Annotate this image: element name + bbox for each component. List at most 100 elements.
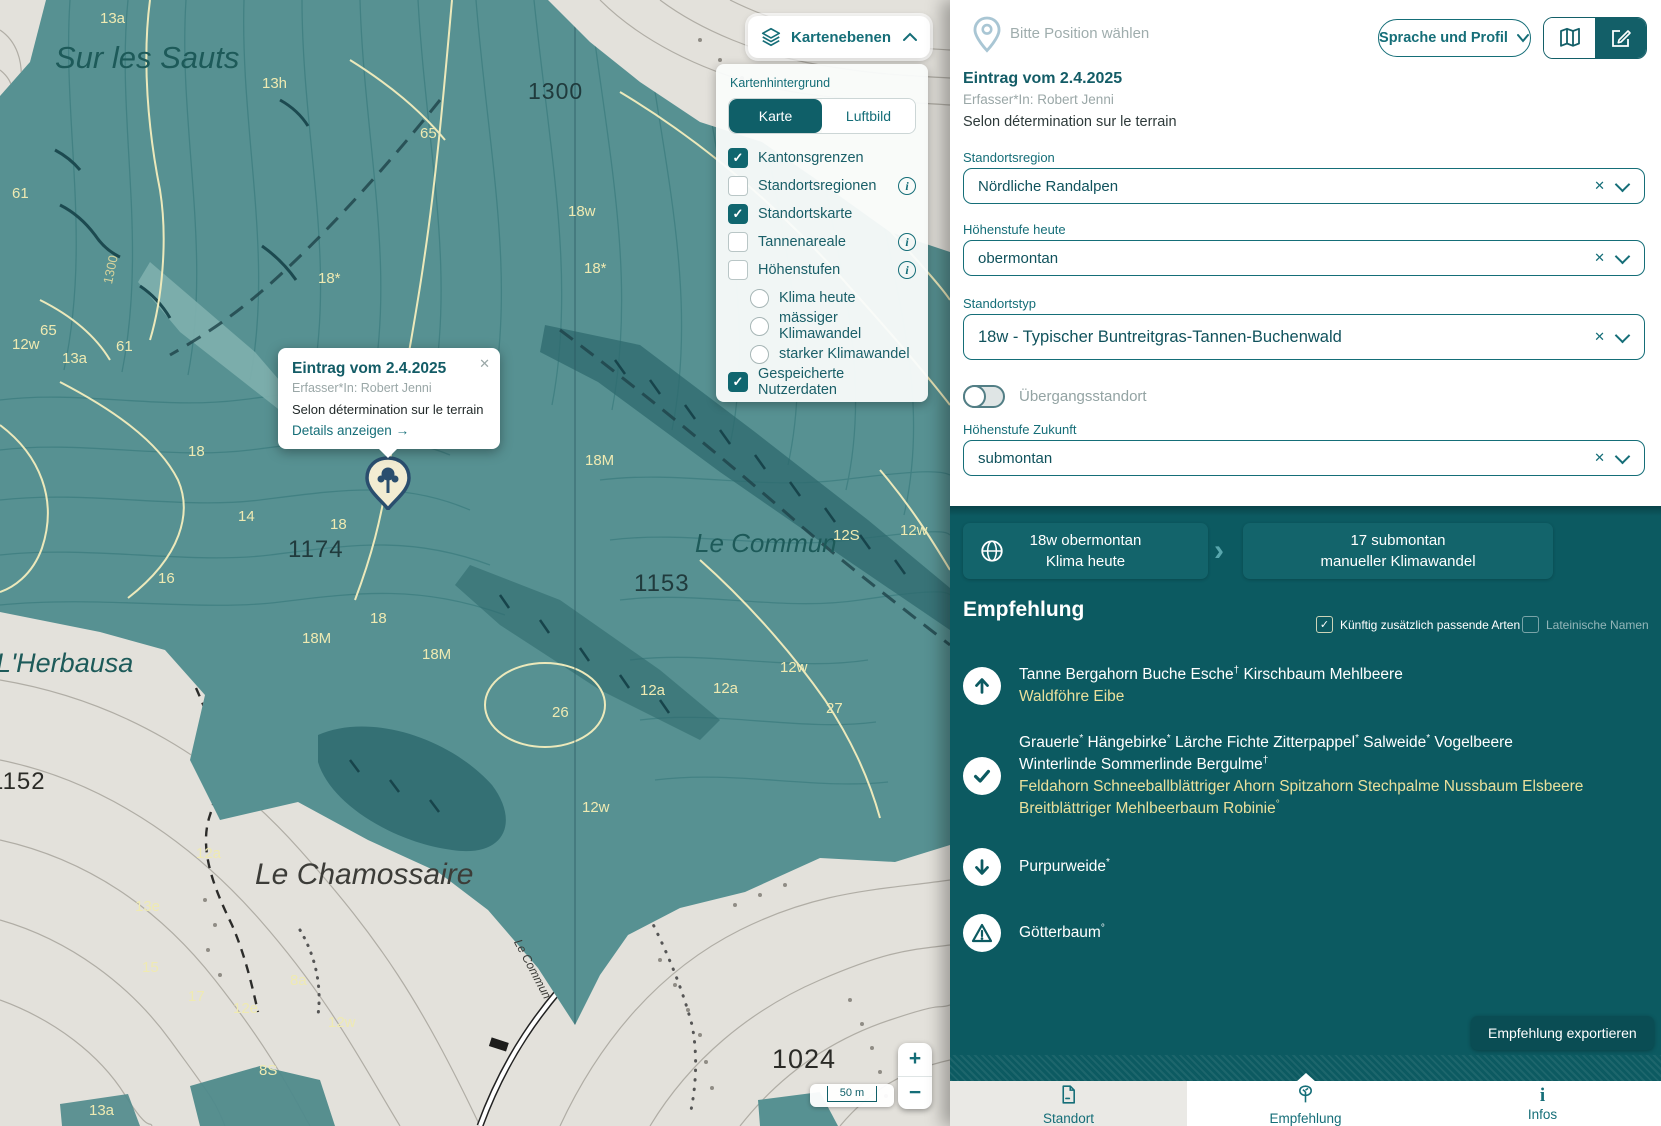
map-label: 18* [318,270,341,287]
export-recommendation-button[interactable]: Empfehlung exportieren [1471,1016,1654,1050]
tab-standort[interactable]: Standort [950,1081,1187,1126]
map-label: 1153 [634,570,690,598]
layer-row[interactable]: Höhenstufeni [728,256,916,284]
layer-label: Tannenareale [758,234,846,250]
checkbox[interactable] [728,232,748,252]
close-icon[interactable]: ✕ [479,356,490,372]
info-icon[interactable]: i [898,177,916,195]
map-label: 8S [259,1062,277,1079]
chevron-down-icon[interactable] [1615,248,1631,264]
tab-empfehlung[interactable]: Empfehlung [1187,1081,1424,1126]
info-icon[interactable]: i [898,233,916,251]
climate-today-card: 18w obermontan Klima heute [963,523,1208,579]
radio-button[interactable] [750,289,769,308]
clear-icon[interactable]: ✕ [1588,178,1611,194]
language-profile-label: Sprache und Profil [1379,30,1508,46]
layer-row[interactable]: starker Klimawandel [750,340,916,368]
clear-icon[interactable]: ✕ [1588,450,1611,466]
popup-note: Selon détermination sur le terrain [292,402,486,417]
warning-icon [963,914,1001,952]
chevron-down-icon[interactable] [1615,176,1631,192]
map-label: 13a [89,1102,114,1119]
tab-infos[interactable]: iInfos [1424,1081,1661,1126]
layer-label: Gespeicherte Nutzerdaten [758,366,916,398]
clear-icon[interactable]: ✕ [1588,250,1611,266]
map[interactable]: 13aSur les Sauts13h1300656118w18*18*1300… [0,0,950,1126]
checkbox[interactable] [728,260,748,280]
layer-row[interactable]: Tannenareale i [728,228,916,256]
zoom-in-button[interactable]: + [898,1043,932,1076]
info-icon[interactable]: i [898,261,916,279]
standortsregion-select[interactable]: Nördliche Randalpen ✕ [963,168,1645,204]
entry-title: Eintrag vom 2.4.2025 [963,70,1122,88]
layers-button-label: Kartenebenen [791,29,891,46]
layer-row[interactable]: mässiger Klimawandel [750,312,916,340]
climate-today-line1: 18w obermontan [1030,530,1142,551]
details-link[interactable]: Details anzeigen → [292,423,409,438]
clear-icon[interactable]: ✕ [1588,329,1611,345]
zoom-out-button[interactable]: − [898,1077,932,1110]
tab-label: Empfehlung [1269,1111,1341,1126]
radio-button[interactable] [750,345,769,364]
bg-luftbild-button[interactable]: Luftbild [822,99,915,133]
layer-row[interactable]: ✓ Kantonsgrenzen [728,144,916,172]
map-label: Sur les Sauts [55,40,239,76]
map-label: 12w [582,799,610,816]
background-segmented-control: Karte Luftbild [728,98,916,134]
check-icon [963,757,1001,795]
latin-names-filter[interactable]: Lateinische Namen [1522,616,1649,633]
map-label: 12w [328,1014,356,1031]
map-label: 1152 [0,768,46,796]
species-row: Tanne Bergahorn Buche Esche† Kirschbaum … [963,664,1648,708]
layers-button[interactable]: Kartenebenen [748,16,930,58]
map-marker-pin[interactable] [365,456,411,510]
site-type-value: 18w - Typischer Buntreitgras-Tannen-Buch… [978,328,1342,347]
checkbox[interactable] [728,176,748,196]
layers-icon [760,26,782,48]
map-label: 27 [826,700,843,717]
map-label: 1174 [288,536,344,564]
uebergangsstandort-toggle[interactable] [963,385,1005,408]
checkbox[interactable]: ✓ [728,148,748,168]
future-species-filter[interactable]: ✓ Künftig zusätzlich passende Arten [1316,616,1520,633]
hoehenstufe-zukunft-select[interactable]: submontan ✕ [963,440,1645,476]
layer-label: Kantonsgrenzen [758,150,864,166]
radio-button[interactable] [750,317,769,336]
chevron-down-icon[interactable] [1615,327,1631,343]
map-view-button[interactable] [1544,18,1595,58]
species-text: Götterbaum° [1019,922,1105,944]
layer-row[interactable]: ✓ Gespeicherte Nutzerdaten [728,368,916,396]
map-label: 61 [116,338,133,355]
filter-label: Lateinische Namen [1546,618,1649,632]
map-label: 1024 [772,1044,836,1075]
side-panel: Bitte Position wählen Sprache und Profil… [950,0,1661,1126]
bg-karte-button[interactable]: Karte [729,99,822,133]
map-label: 26 [552,704,569,721]
checkbox[interactable]: ✓ [728,372,748,392]
transition-toggle-row: Übergangsstandort [963,385,1147,408]
zoom-controls: + − [898,1043,932,1109]
standortstyp-select[interactable]: 18w - Typischer Buntreitgras-Tannen-Buch… [963,314,1645,360]
edit-view-button[interactable] [1595,18,1646,58]
layer-row[interactable]: ✓Standortskarte [728,200,916,228]
species-rows: Tanne Bergahorn Buche Esche† Kirschbaum … [963,664,1648,976]
checkbox[interactable]: ✓ [1316,616,1333,633]
map-label: 18M [302,630,331,647]
position-hint: Bitte Position wählen [1010,25,1149,42]
map-label: 16 [158,570,175,587]
map-label: 12a [713,680,738,697]
checkbox[interactable] [1522,616,1539,633]
climate-future-line1: 17 submontan [1320,530,1475,551]
info-icon: i [1540,1087,1545,1106]
species-text: Grauerle* Hängebirke* Lärche Fichte Zitt… [1019,732,1583,820]
chevron-down-icon[interactable] [1615,448,1631,464]
layer-row[interactable]: Standortsregioneni [728,172,916,200]
tab-label: Infos [1528,1107,1557,1122]
background-label: Kartenhintergrund [730,76,916,90]
hoehenstufe-heute-select[interactable]: obermontan ✕ [963,240,1645,276]
layer-row[interactable]: Klima heute [750,284,916,312]
entry-author: Erfasser*In: Robert Jenni [963,92,1114,107]
climate-today-line2: Klima heute [1030,551,1142,572]
language-profile-button[interactable]: Sprache und Profil [1378,19,1531,57]
checkbox[interactable]: ✓ [728,204,748,224]
